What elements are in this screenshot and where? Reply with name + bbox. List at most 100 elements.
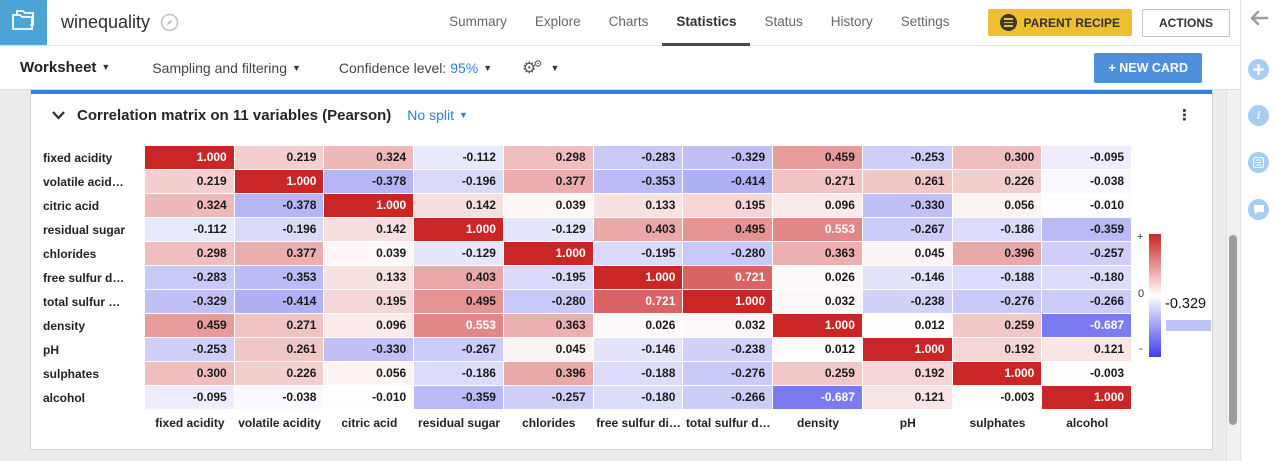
matrix-cell[interactable]: -0.129: [414, 242, 504, 266]
matrix-cell[interactable]: -0.238: [683, 338, 774, 362]
matrix-cell[interactable]: 0.403: [414, 266, 504, 290]
matrix-cell[interactable]: -0.267: [414, 338, 504, 362]
matrix-cell[interactable]: 0.324: [324, 146, 415, 170]
matrix-cell[interactable]: -0.330: [324, 338, 415, 362]
matrix-cell[interactable]: 1.000: [862, 338, 953, 362]
tab-history[interactable]: History: [817, 0, 887, 46]
matrix-cell[interactable]: 0.195: [683, 194, 774, 218]
matrix-cell[interactable]: 0.039: [503, 194, 594, 218]
matrix-cell[interactable]: -0.195: [503, 266, 594, 290]
vertical-scrollbar-track[interactable]: [1226, 90, 1240, 461]
matrix-cell[interactable]: 1.000: [952, 362, 1043, 386]
matrix-cell[interactable]: 0.032: [683, 314, 774, 338]
matrix-cell[interactable]: 0.012: [773, 338, 863, 362]
matrix-cell[interactable]: -0.010: [324, 386, 415, 410]
matrix-cell[interactable]: -0.188: [593, 362, 684, 386]
matrix-cell[interactable]: 0.298: [145, 242, 235, 266]
matrix-cell[interactable]: 0.363: [773, 242, 863, 266]
matrix-cell[interactable]: -0.196: [414, 170, 504, 194]
matrix-cell[interactable]: -0.238: [862, 290, 953, 314]
matrix-cell[interactable]: 0.721: [593, 290, 684, 314]
matrix-cell[interactable]: -0.146: [593, 338, 684, 362]
matrix-cell[interactable]: -0.359: [1042, 218, 1133, 242]
matrix-cell[interactable]: -0.267: [862, 218, 953, 242]
matrix-cell[interactable]: -0.186: [414, 362, 504, 386]
matrix-cell[interactable]: -0.146: [862, 266, 953, 290]
matrix-cell[interactable]: -0.378: [234, 194, 325, 218]
matrix-cell[interactable]: 1.000: [593, 266, 684, 290]
matrix-cell[interactable]: -0.196: [234, 218, 325, 242]
matrix-cell[interactable]: -0.353: [593, 170, 684, 194]
add-icon[interactable]: [1248, 59, 1269, 80]
matrix-cell[interactable]: 0.133: [324, 266, 415, 290]
matrix-cell[interactable]: 0.142: [414, 194, 504, 218]
matrix-cell[interactable]: -0.112: [414, 146, 504, 170]
matrix-cell[interactable]: 0.142: [324, 218, 415, 242]
matrix-cell[interactable]: 0.259: [952, 314, 1043, 338]
matrix-cell[interactable]: 1.000: [324, 194, 415, 218]
worksheet-dropdown[interactable]: Worksheet ▼: [20, 59, 110, 76]
info-icon[interactable]: i: [1248, 105, 1269, 126]
tab-explore[interactable]: Explore: [521, 0, 595, 46]
matrix-cell[interactable]: 1.000: [683, 290, 774, 314]
matrix-cell[interactable]: -0.378: [324, 170, 415, 194]
new-card-button[interactable]: + NEW CARD: [1094, 52, 1202, 83]
matrix-cell[interactable]: 0.039: [324, 242, 415, 266]
matrix-cell[interactable]: 0.553: [773, 218, 863, 242]
matrix-cell[interactable]: 0.032: [773, 290, 863, 314]
no-split-dropdown[interactable]: No split ▼: [407, 107, 468, 123]
matrix-cell[interactable]: 0.495: [414, 290, 504, 314]
matrix-cell[interactable]: -0.280: [503, 290, 594, 314]
matrix-cell[interactable]: 0.261: [862, 170, 953, 194]
matrix-cell[interactable]: -0.330: [862, 194, 953, 218]
matrix-cell[interactable]: 0.396: [952, 242, 1043, 266]
matrix-cell[interactable]: -0.095: [1042, 146, 1133, 170]
matrix-cell[interactable]: 0.121: [1042, 338, 1133, 362]
matrix-cell[interactable]: 0.012: [862, 314, 953, 338]
card-menu-kebab-icon[interactable]: ⋮: [1171, 106, 1198, 124]
matrix-cell[interactable]: -0.038: [1042, 170, 1133, 194]
matrix-cell[interactable]: 1.000: [773, 314, 863, 338]
matrix-cell[interactable]: -0.038: [234, 386, 325, 410]
matrix-cell[interactable]: -0.329: [145, 290, 235, 314]
matrix-cell[interactable]: -0.195: [593, 242, 684, 266]
matrix-cell[interactable]: -0.359: [414, 386, 504, 410]
matrix-cell[interactable]: -0.003: [1042, 362, 1133, 386]
matrix-cell[interactable]: 0.192: [952, 338, 1043, 362]
matrix-cell[interactable]: -0.687: [1042, 314, 1133, 338]
matrix-cell[interactable]: -0.010: [1042, 194, 1133, 218]
matrix-cell[interactable]: 0.056: [952, 194, 1043, 218]
matrix-cell[interactable]: 1.000: [1042, 386, 1133, 410]
matrix-cell[interactable]: -0.283: [593, 146, 684, 170]
matrix-cell[interactable]: 0.045: [862, 242, 953, 266]
confidence-level-dropdown[interactable]: Confidence level: 95% ▼: [339, 60, 492, 76]
matrix-cell[interactable]: 0.226: [234, 362, 325, 386]
matrix-cell[interactable]: 1.000: [145, 146, 235, 170]
matrix-cell[interactable]: 0.300: [952, 146, 1043, 170]
matrix-cell[interactable]: 0.192: [862, 362, 953, 386]
matrix-cell[interactable]: -0.276: [952, 290, 1043, 314]
matrix-cell[interactable]: 0.045: [503, 338, 594, 362]
matrix-cell[interactable]: 0.026: [773, 266, 863, 290]
matrix-cell[interactable]: -0.687: [773, 386, 863, 410]
tab-charts[interactable]: Charts: [595, 0, 663, 46]
dataset-folder-logo[interactable]: [0, 0, 47, 45]
matrix-cell[interactable]: 0.219: [234, 146, 325, 170]
matrix-cell[interactable]: 0.377: [234, 242, 325, 266]
matrix-cell[interactable]: -0.266: [1042, 290, 1133, 314]
tab-status[interactable]: Status: [750, 0, 816, 46]
matrix-cell[interactable]: 0.459: [773, 146, 863, 170]
matrix-cell[interactable]: 0.271: [234, 314, 325, 338]
matrix-cell[interactable]: -0.180: [1042, 266, 1133, 290]
matrix-cell[interactable]: 0.026: [593, 314, 684, 338]
matrix-cell[interactable]: 0.056: [324, 362, 415, 386]
matrix-cell[interactable]: -0.003: [952, 386, 1043, 410]
tab-settings[interactable]: Settings: [887, 0, 964, 46]
actions-button[interactable]: ACTIONS: [1142, 8, 1230, 37]
matrix-cell[interactable]: 0.271: [773, 170, 863, 194]
matrix-cell[interactable]: 0.096: [324, 314, 415, 338]
compass-icon[interactable]: [160, 13, 179, 32]
matrix-cell[interactable]: 0.226: [952, 170, 1043, 194]
matrix-cell[interactable]: -0.112: [145, 218, 235, 242]
matrix-cell[interactable]: -0.253: [862, 146, 953, 170]
